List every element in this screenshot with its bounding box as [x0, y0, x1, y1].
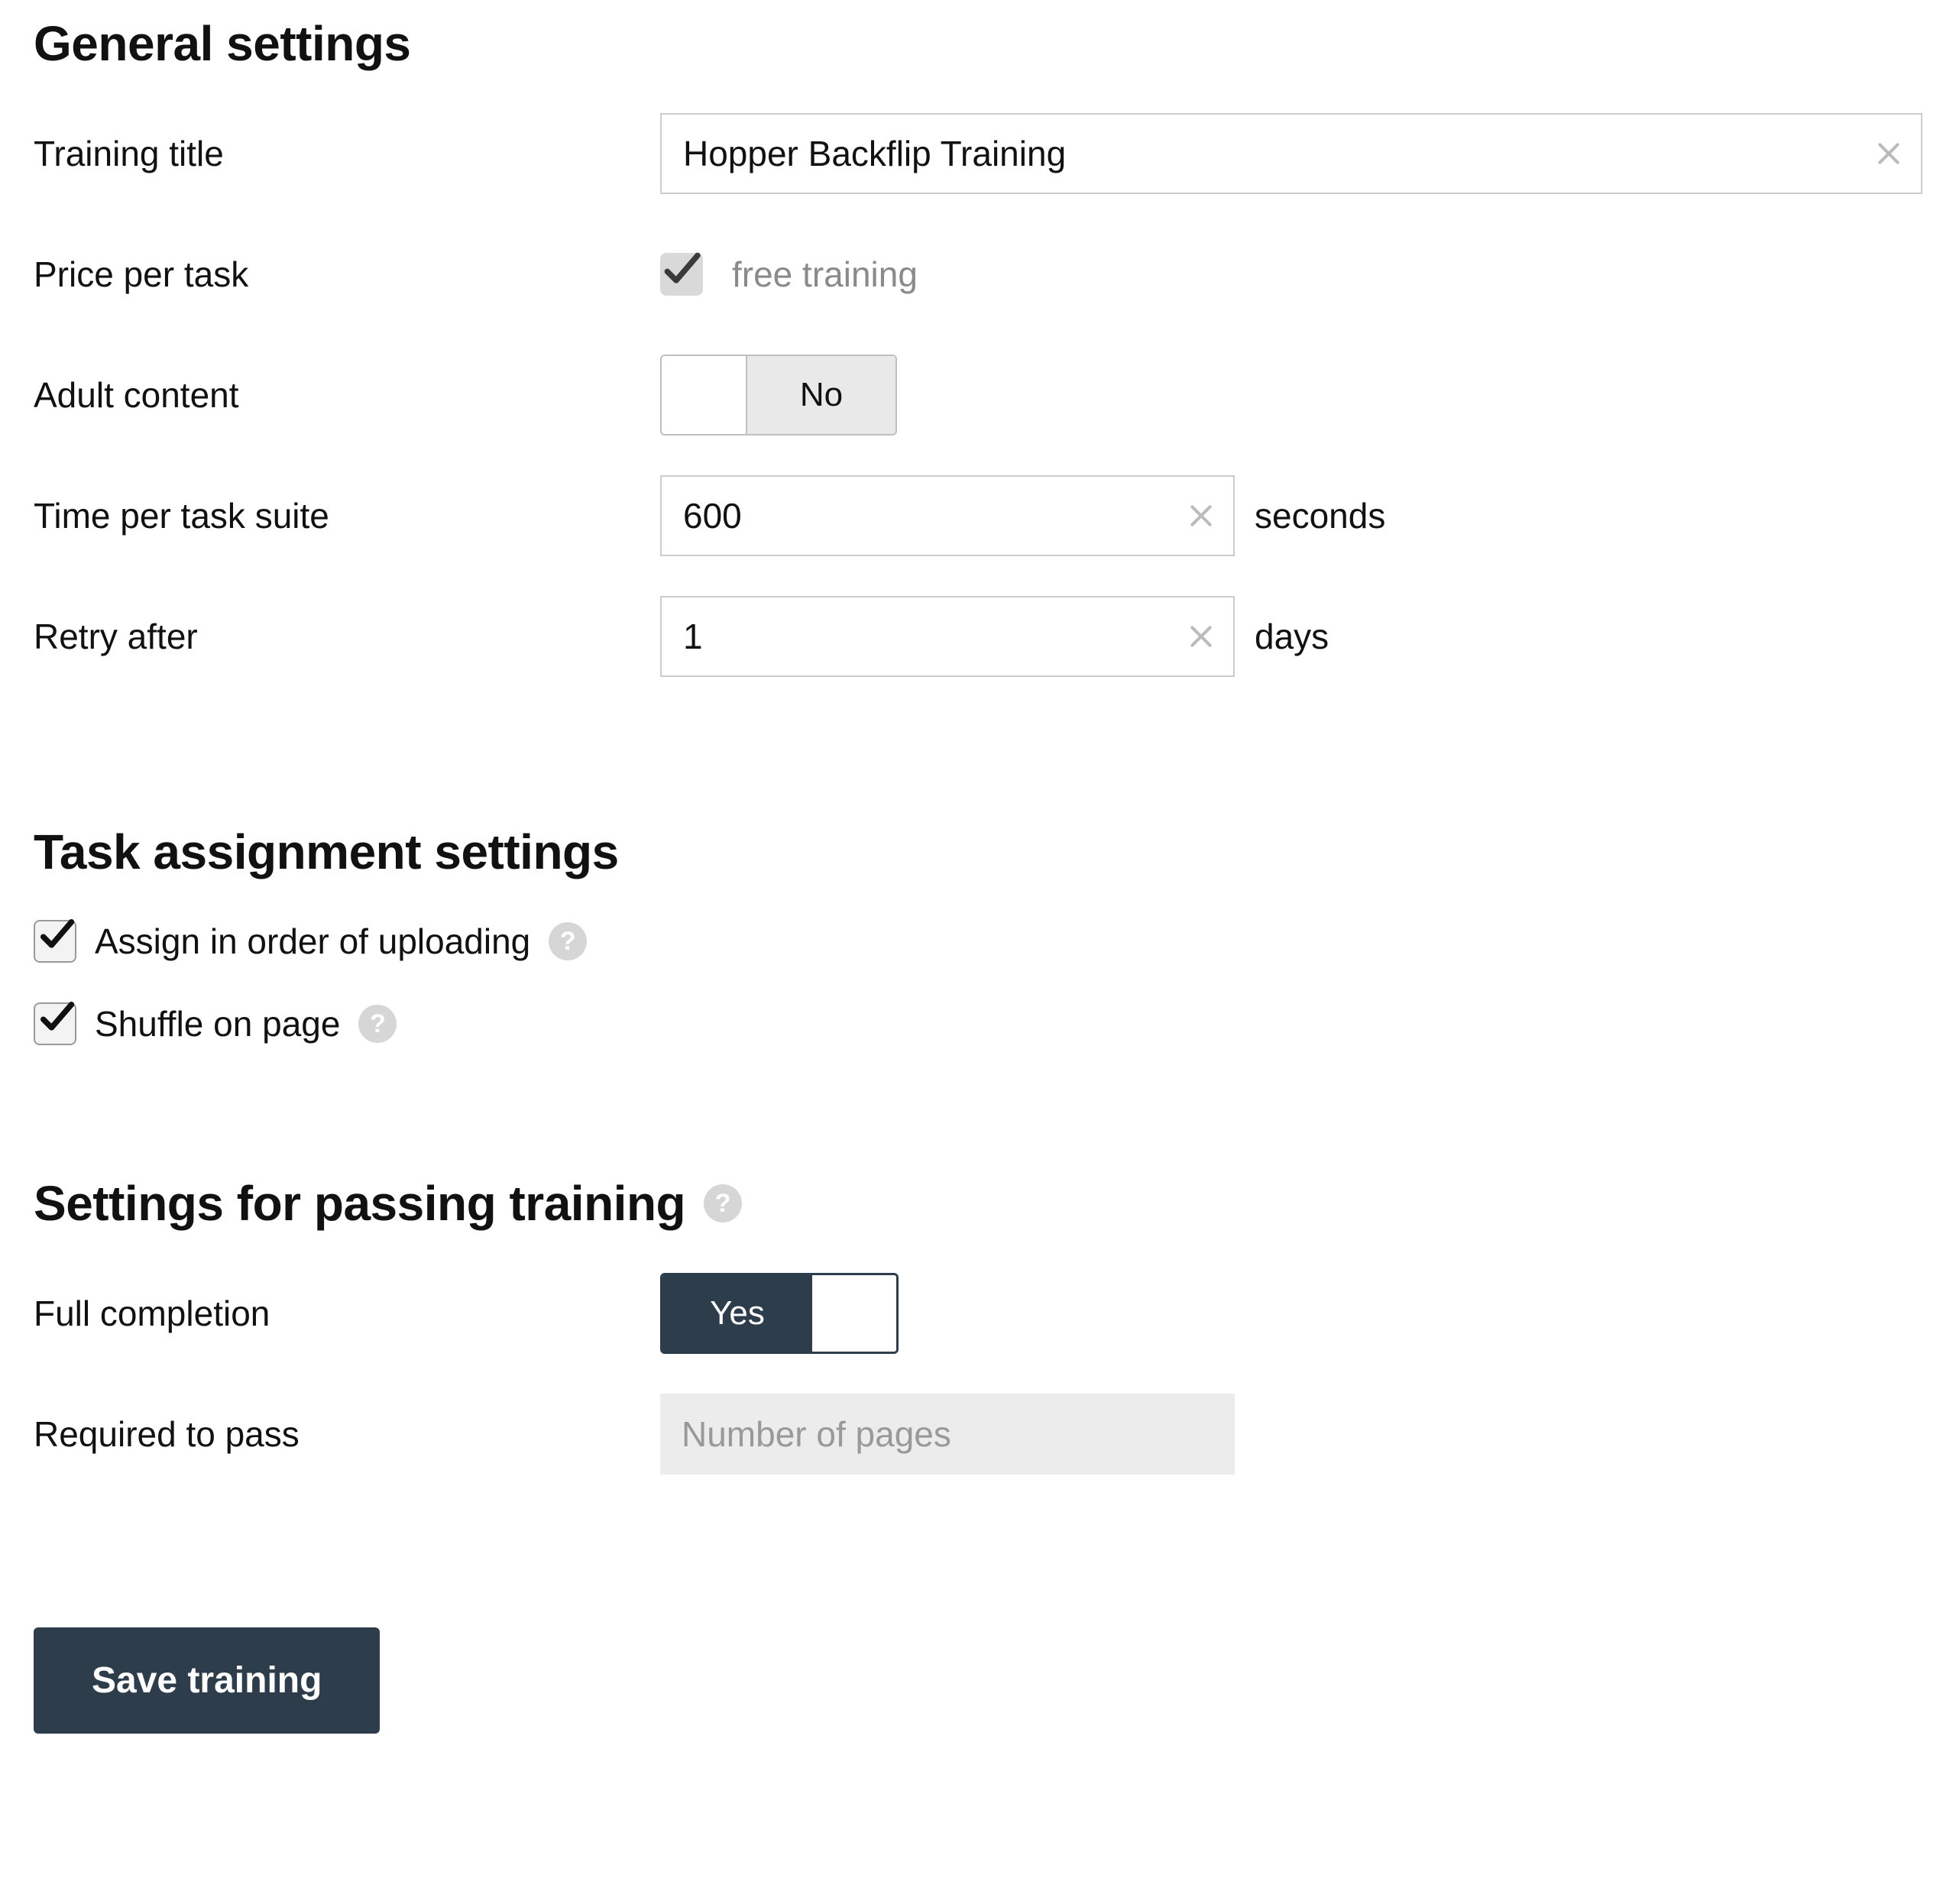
toggle-blank: [662, 356, 746, 434]
help-icon[interactable]: ?: [704, 1184, 742, 1222]
adult-content-toggle[interactable]: No: [660, 355, 897, 436]
required-to-pass-label: Required to pass: [34, 1413, 660, 1455]
retry-unit-label: days: [1255, 616, 1329, 657]
help-icon[interactable]: ?: [549, 922, 587, 960]
required-to-pass-input: [660, 1394, 1235, 1475]
section-passing-wrap: Settings for passing training ?: [34, 1175, 1922, 1232]
full-completion-label: Full completion: [34, 1293, 660, 1334]
row-required-to-pass: Required to pass: [34, 1392, 1922, 1476]
section-general-heading: General settings: [34, 0, 1922, 72]
training-title-input[interactable]: [660, 113, 1922, 194]
time-per-suite-label: Time per task suite: [34, 495, 660, 536]
free-training-checkbox: [660, 253, 703, 296]
clear-icon[interactable]: [1873, 138, 1904, 169]
row-assign-order: Assign in order of uploading ?: [34, 920, 1922, 963]
row-adult-content: Adult content No: [34, 353, 1922, 437]
row-training-title: Training title: [34, 112, 1922, 196]
row-shuffle: Shuffle on page ?: [34, 1002, 1922, 1045]
full-completion-toggle[interactable]: Yes: [660, 1273, 899, 1354]
assign-order-label: Assign in order of uploading: [95, 921, 530, 962]
retry-after-label: Retry after: [34, 616, 660, 657]
shuffle-label: Shuffle on page: [95, 1003, 340, 1044]
free-training-label: free training: [732, 254, 918, 295]
section-task-assignment-heading: Task assignment settings: [34, 808, 1922, 880]
time-unit-label: seconds: [1255, 495, 1385, 536]
toggle-blank: [812, 1275, 896, 1352]
toggle-no-label: No: [746, 356, 895, 434]
row-price: Price per task free training: [34, 232, 1922, 316]
retry-after-input[interactable]: [660, 596, 1235, 677]
assign-order-checkbox[interactable]: [34, 920, 76, 963]
help-icon[interactable]: ?: [358, 1005, 397, 1043]
time-per-suite-input[interactable]: [660, 475, 1235, 556]
toggle-yes-label: Yes: [662, 1275, 812, 1352]
price-label: Price per task: [34, 254, 660, 295]
adult-content-label: Adult content: [34, 374, 660, 416]
save-training-button[interactable]: Save training: [34, 1627, 380, 1734]
clear-icon[interactable]: [1186, 500, 1216, 531]
row-full-completion: Full completion Yes: [34, 1271, 1922, 1355]
row-time-per-suite: Time per task suite seconds: [34, 474, 1922, 558]
section-passing-heading: Settings for passing training: [34, 1175, 685, 1232]
row-retry-after: Retry after days: [34, 594, 1922, 678]
clear-icon[interactable]: [1186, 621, 1216, 652]
training-title-label: Training title: [34, 133, 660, 174]
shuffle-checkbox[interactable]: [34, 1002, 76, 1045]
